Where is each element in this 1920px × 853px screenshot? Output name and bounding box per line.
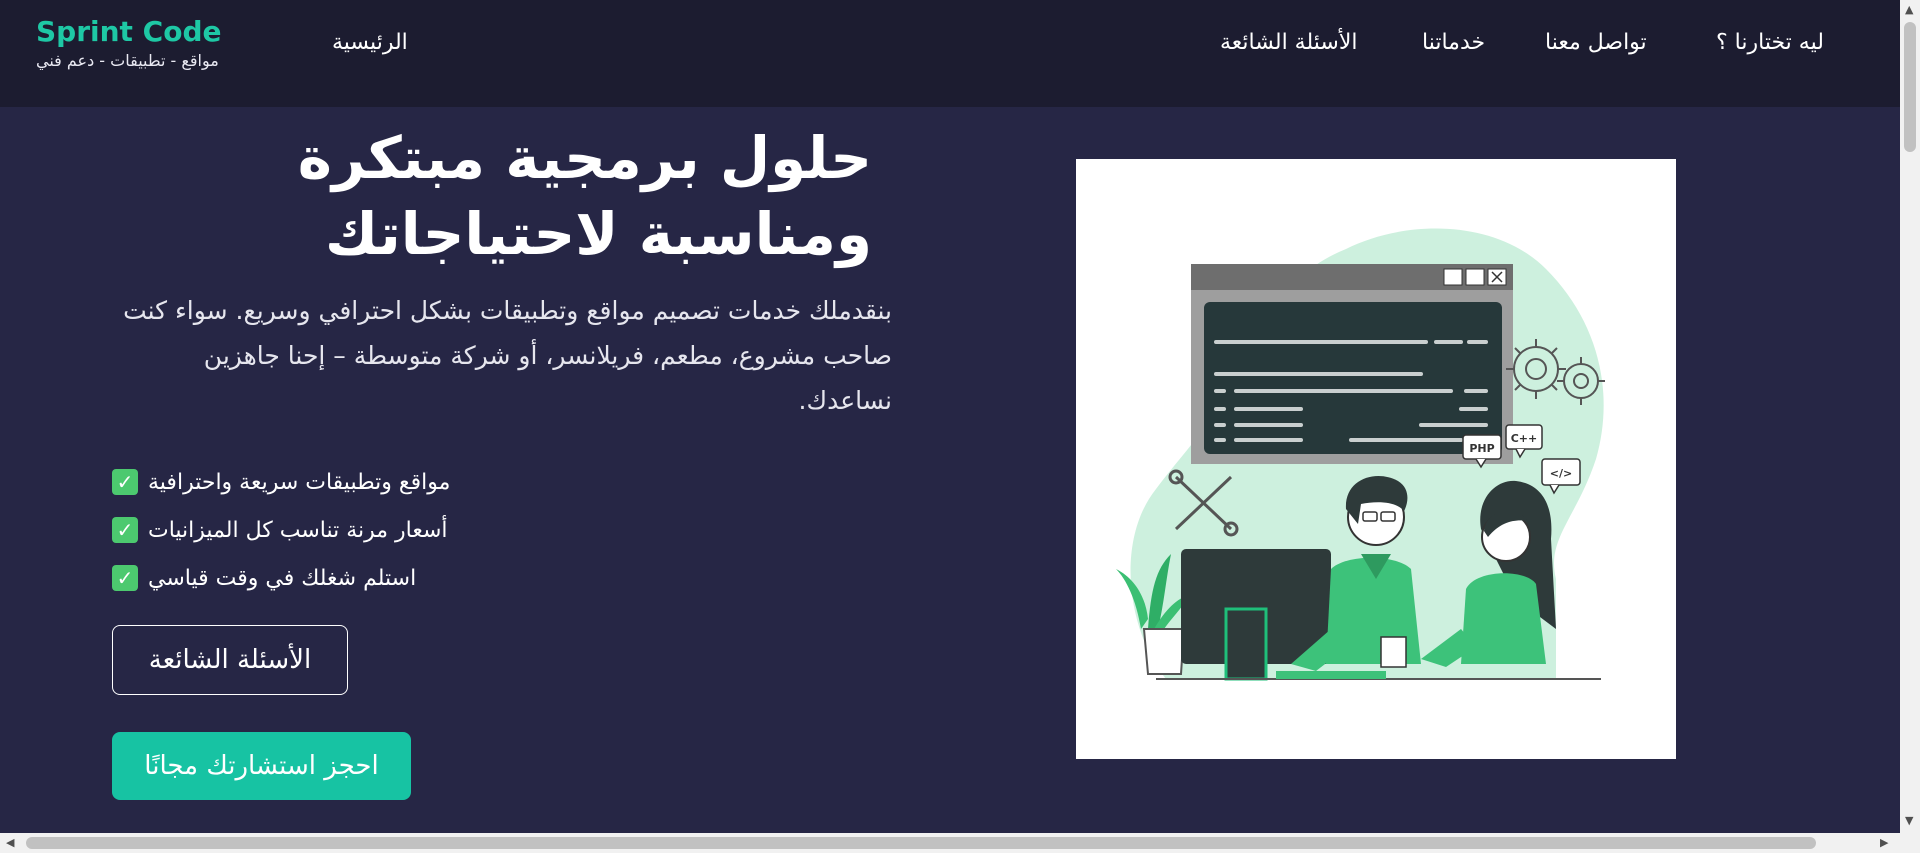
check-icon: ✓ [112, 517, 138, 543]
nav-why-us[interactable]: ليه تختارنا ؟ [1716, 28, 1824, 58]
horizontal-scroll-thumb[interactable] [26, 837, 1816, 849]
check-icon: ✓ [112, 469, 138, 495]
scroll-left-icon[interactable]: ◀ [6, 836, 14, 850]
scroll-right-icon[interactable]: ▶ [1880, 836, 1888, 850]
brand-title: Sprint Code [36, 15, 222, 48]
hero-title: حلول برمجية مبتكرة ومناسبة لاحتياجاتك [297, 124, 872, 268]
svg-text:</>: </> [1550, 467, 1572, 480]
nav-home[interactable]: الرئيسية [332, 28, 408, 58]
nav-contact[interactable]: تواصل معنا [1545, 28, 1647, 58]
check-icon: ✓ [112, 565, 138, 591]
hero-description: بنقدملك خدمات تصميم مواقع وتطبيقات بشكل … [123, 296, 892, 415]
feature-list: ✓ مواقع وتطبيقات سريعة واحترافية ✓ أسعار… [112, 458, 450, 602]
vertical-scroll-thumb[interactable] [1904, 22, 1916, 152]
feature-item: ✓ مواقع وتطبيقات سريعة واحترافية [112, 458, 450, 506]
nav-services[interactable]: خدماتنا [1422, 28, 1485, 58]
faq-button[interactable]: الأسئلة الشائعة [112, 625, 348, 695]
feature-item: ✓ أسعار مرنة تناسب كل الميزانيات [112, 506, 450, 554]
feature-text: مواقع وتطبيقات سريعة واحترافية [148, 469, 451, 495]
nav-faq[interactable]: الأسئلة الشائعة [1220, 28, 1357, 58]
hero-illustration: PHP C++ </> [1076, 159, 1676, 759]
feature-text: أسعار مرنة تناسب كل الميزانيات [148, 517, 448, 543]
svg-text:PHP: PHP [1469, 442, 1494, 455]
code-window-graphic [1191, 264, 1513, 464]
feature-item: ✓ استلم شغلك في وقت قياسي [112, 554, 450, 602]
book-consultation-button[interactable]: احجز استشارتك مجانًا [112, 732, 411, 800]
scroll-down-icon[interactable]: ▼ [1905, 814, 1913, 828]
vertical-scrollbar[interactable]: ▲ ▼ [1900, 0, 1920, 833]
brand-logo[interactable]: Sprint Code مواقع - تطبيقات - دعم فني [36, 14, 222, 72]
feature-text: استلم شغلك في وقت قياسي [148, 565, 417, 591]
horizontal-scrollbar[interactable]: ◀ ▶ [0, 833, 1920, 853]
scroll-up-icon[interactable]: ▲ [1905, 3, 1913, 17]
brand-subtitle: مواقع - تطبيقات - دعم فني [36, 51, 219, 70]
svg-text:C++: C++ [1511, 432, 1538, 445]
navbar: Sprint Code مواقع - تطبيقات - دعم فني ال… [0, 0, 1900, 107]
